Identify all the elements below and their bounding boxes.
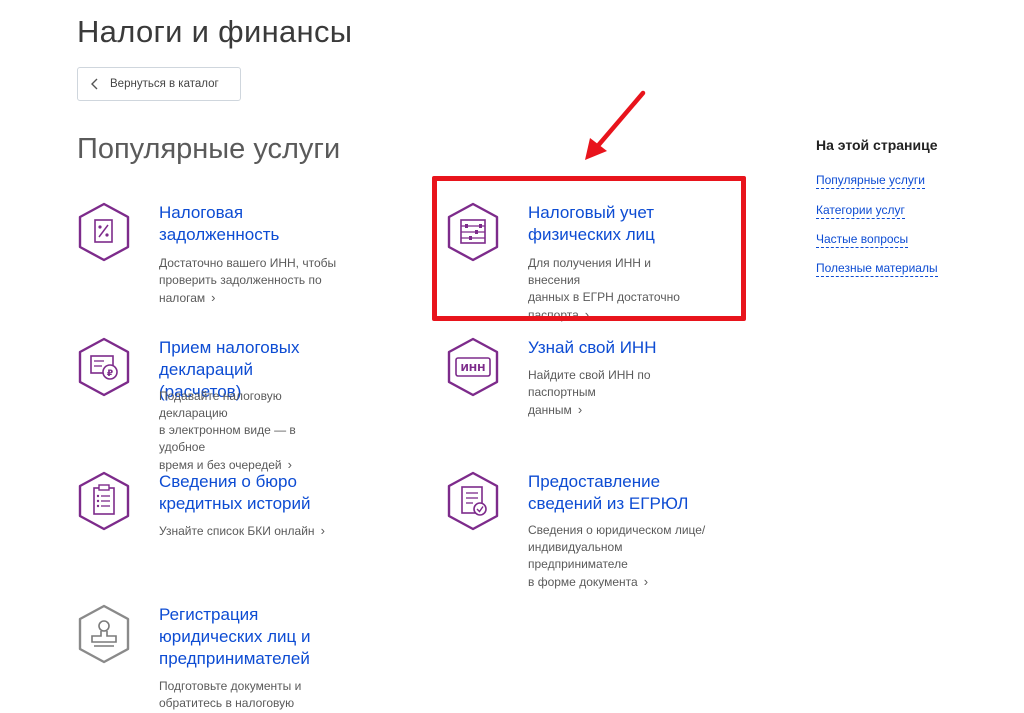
service-description: Найдите свой ИНН по паспортным данным › [528, 368, 651, 417]
service-title[interactable]: Предоставление сведений из ЕГРЮЛ [528, 471, 688, 515]
service-title[interactable]: Регистрация юридических лиц и предпринимат… [159, 604, 310, 670]
service-description: Подавайте налоговую декларацию в электрон… [159, 389, 296, 472]
chevron-right-icon: › [211, 290, 216, 305]
service-title[interactable]: Налоговый учет физических лиц [528, 202, 655, 246]
service-title[interactable]: Налоговая задолженность [159, 202, 279, 246]
sidebar-link-popular-services[interactable]: Популярные услуги [816, 173, 925, 189]
ruble-document-icon: ₽ [78, 337, 130, 397]
red-arrow-icon [585, 90, 646, 160]
chevron-left-icon [91, 78, 98, 90]
abacus-icon [447, 202, 499, 262]
on-this-page-title: На этой странице [816, 137, 938, 153]
percent-document-icon [78, 202, 130, 262]
stamp-icon [78, 604, 130, 664]
service-title[interactable]: Узнай свой ИНН [528, 337, 657, 359]
svg-text:₽: ₽ [107, 369, 113, 379]
page-title: Налоги и финансы [77, 14, 353, 49]
clipboard-list-icon [78, 471, 130, 531]
sidebar-link-service-categories[interactable]: Категории услуг [816, 203, 905, 219]
chevron-right-icon: › [643, 574, 649, 589]
service-description: Достаточно вашего ИНН, чтобы проверить за… [159, 256, 337, 305]
chevron-right-icon: › [577, 402, 583, 417]
service-description: Для получения ИНН и внесения данных в ЕГР… [528, 256, 680, 322]
inn-icon-text: ИНН [460, 363, 485, 374]
service-description: Сведения о юридическом лице/индивидуальн… [528, 523, 706, 589]
section-title: Популярные услуги [77, 133, 341, 165]
chevron-right-icon: › [320, 523, 325, 538]
chevron-right-icon: › [584, 307, 590, 322]
service-title[interactable]: Сведения о бюро кредитных историй [159, 471, 311, 515]
inn-card-icon: ИНН [447, 337, 499, 397]
sidebar-link-faq[interactable]: Частые вопросы [816, 232, 909, 248]
certified-document-icon [447, 471, 499, 531]
service-description: Подготовьте документы и обратитесь в нал… [159, 678, 337, 713]
service-description: Узнайте список БКИ онлайн › [159, 523, 325, 538]
sidebar-link-useful-materials[interactable]: Полезные материалы [816, 261, 938, 277]
back-to-catalog-button[interactable]: Вернуться в каталог [77, 67, 241, 101]
back-button-label: Вернуться в каталог [110, 78, 219, 90]
